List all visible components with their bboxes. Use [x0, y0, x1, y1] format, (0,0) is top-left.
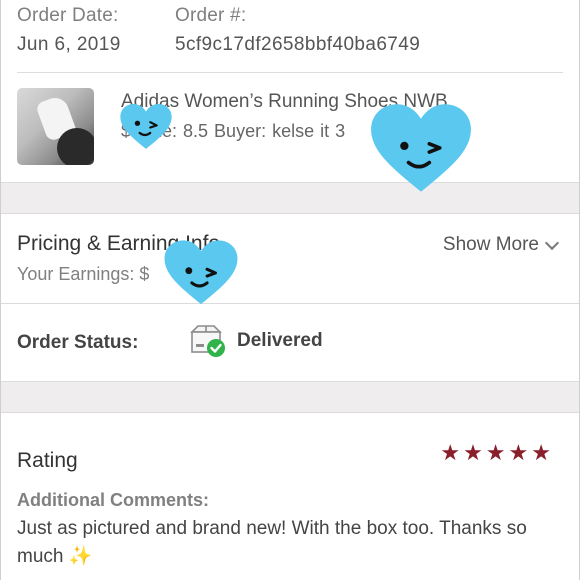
- pricing-section: Pricing & Earning Info Your Earnings: $ …: [17, 230, 565, 290]
- order-meta: Order Date: Jun 6, 2019 Order #: 5cf9c17…: [17, 0, 565, 72]
- divider: [1, 303, 579, 304]
- product-thumbnail[interactable]: [17, 88, 94, 165]
- star-icon: ★: [463, 440, 483, 465]
- sparkles-icon: ✨: [68, 546, 93, 567]
- show-more-label: Show More: [442, 234, 539, 255]
- winking-heart-sticker: [119, 104, 173, 150]
- order-number-value: 5cf9c17df2658bbf40ba6749: [175, 34, 421, 55]
- order-status-value: Delivered: [237, 330, 323, 351]
- rating-stars: ★ ★ ★ ★ ★: [440, 441, 551, 465]
- star-icon: ★: [508, 440, 529, 465]
- comments-label: Additional Comments:: [17, 490, 209, 510]
- order-status-label: Order Status:: [17, 332, 139, 353]
- order-status-row: Order Status: Delivered: [17, 320, 565, 364]
- rating-row: Rating ★ ★ ★ ★ ★: [17, 437, 565, 477]
- comments-text: Just as pictured and brand new! With the…: [17, 518, 527, 567]
- order-number-group: Order #: 5cf9c17df2658bbf40ba6749: [175, 4, 420, 58]
- chevron-down-icon: [544, 235, 560, 250]
- star-icon: ★: [531, 440, 551, 465]
- section-separator: [1, 182, 579, 214]
- rating-label: Rating: [17, 449, 78, 472]
- winking-heart-sticker: [369, 104, 473, 194]
- order-date-value: Jun 6, 2019: [17, 34, 121, 55]
- section-separator: [1, 381, 579, 413]
- product-row[interactable]: Adidas Women’s Running Shoes NWB $ Size:…: [17, 88, 565, 168]
- order-number-label: Order #:: [175, 5, 247, 26]
- winking-heart-sticker: [163, 240, 239, 306]
- delivered-box-icon: [189, 323, 225, 357]
- order-date-label: Order Date:: [17, 5, 119, 26]
- divider: [17, 72, 563, 73]
- star-icon: ★: [440, 440, 461, 465]
- show-more-button[interactable]: Show More: [442, 234, 560, 256]
- comments-section: Additional Comments: Just as pictured an…: [17, 490, 565, 571]
- thumbnail-detail: [57, 128, 94, 165]
- star-icon: ★: [485, 440, 506, 465]
- order-detail-card: Order Date: Jun 6, 2019 Order #: 5cf9c17…: [0, 0, 580, 580]
- earnings-label: Your Earnings: $: [17, 264, 150, 284]
- comments-text-block: Just as pictured and brand new! With the…: [17, 515, 565, 571]
- order-date-group: Order Date: Jun 6, 2019: [17, 4, 121, 58]
